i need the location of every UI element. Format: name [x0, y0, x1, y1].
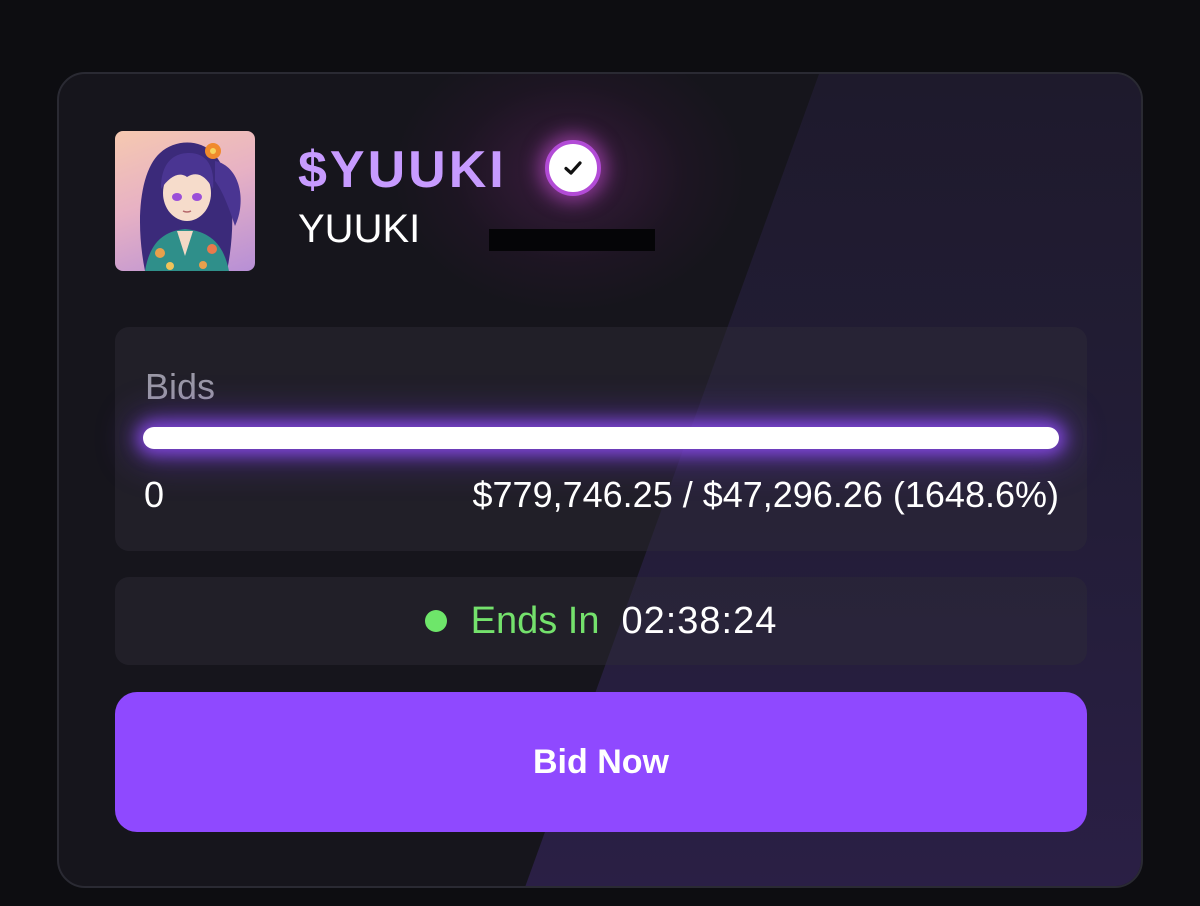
timer-row: Ends In 02:38:24: [115, 577, 1087, 665]
timer-panel: Ends In 02:38:24: [115, 577, 1087, 665]
bids-min-value: 0: [144, 474, 165, 515]
bids-total-value: $779,746.25 / $47,296.26 (1648.6%): [472, 474, 1059, 515]
countdown-timer: 02:38:24: [621, 600, 778, 642]
bids-progress-bar: [143, 427, 1059, 449]
bids-progress-fill: [143, 427, 1059, 449]
bids-panel: Bids 0 $779,746.25 / $47,296.26 (1648.6%…: [115, 327, 1087, 551]
redacted-block: [489, 229, 655, 251]
verified-check-icon: [545, 140, 601, 196]
live-status-dot-icon: [424, 610, 447, 632]
auction-card: $YUUKI YUUKI Bids 0 $779,746.25 / $47,29…: [57, 72, 1143, 888]
bids-label: Bids: [145, 366, 216, 407]
ends-in-label: Ends In: [470, 600, 600, 642]
token-ticker: $YUUKI: [298, 141, 507, 199]
bid-now-button[interactable]: Bid Now: [115, 692, 1087, 832]
anime-girl-avatar-icon: [140, 142, 241, 271]
token-name: YUUKI: [298, 207, 421, 251]
token-avatar: [115, 131, 255, 271]
